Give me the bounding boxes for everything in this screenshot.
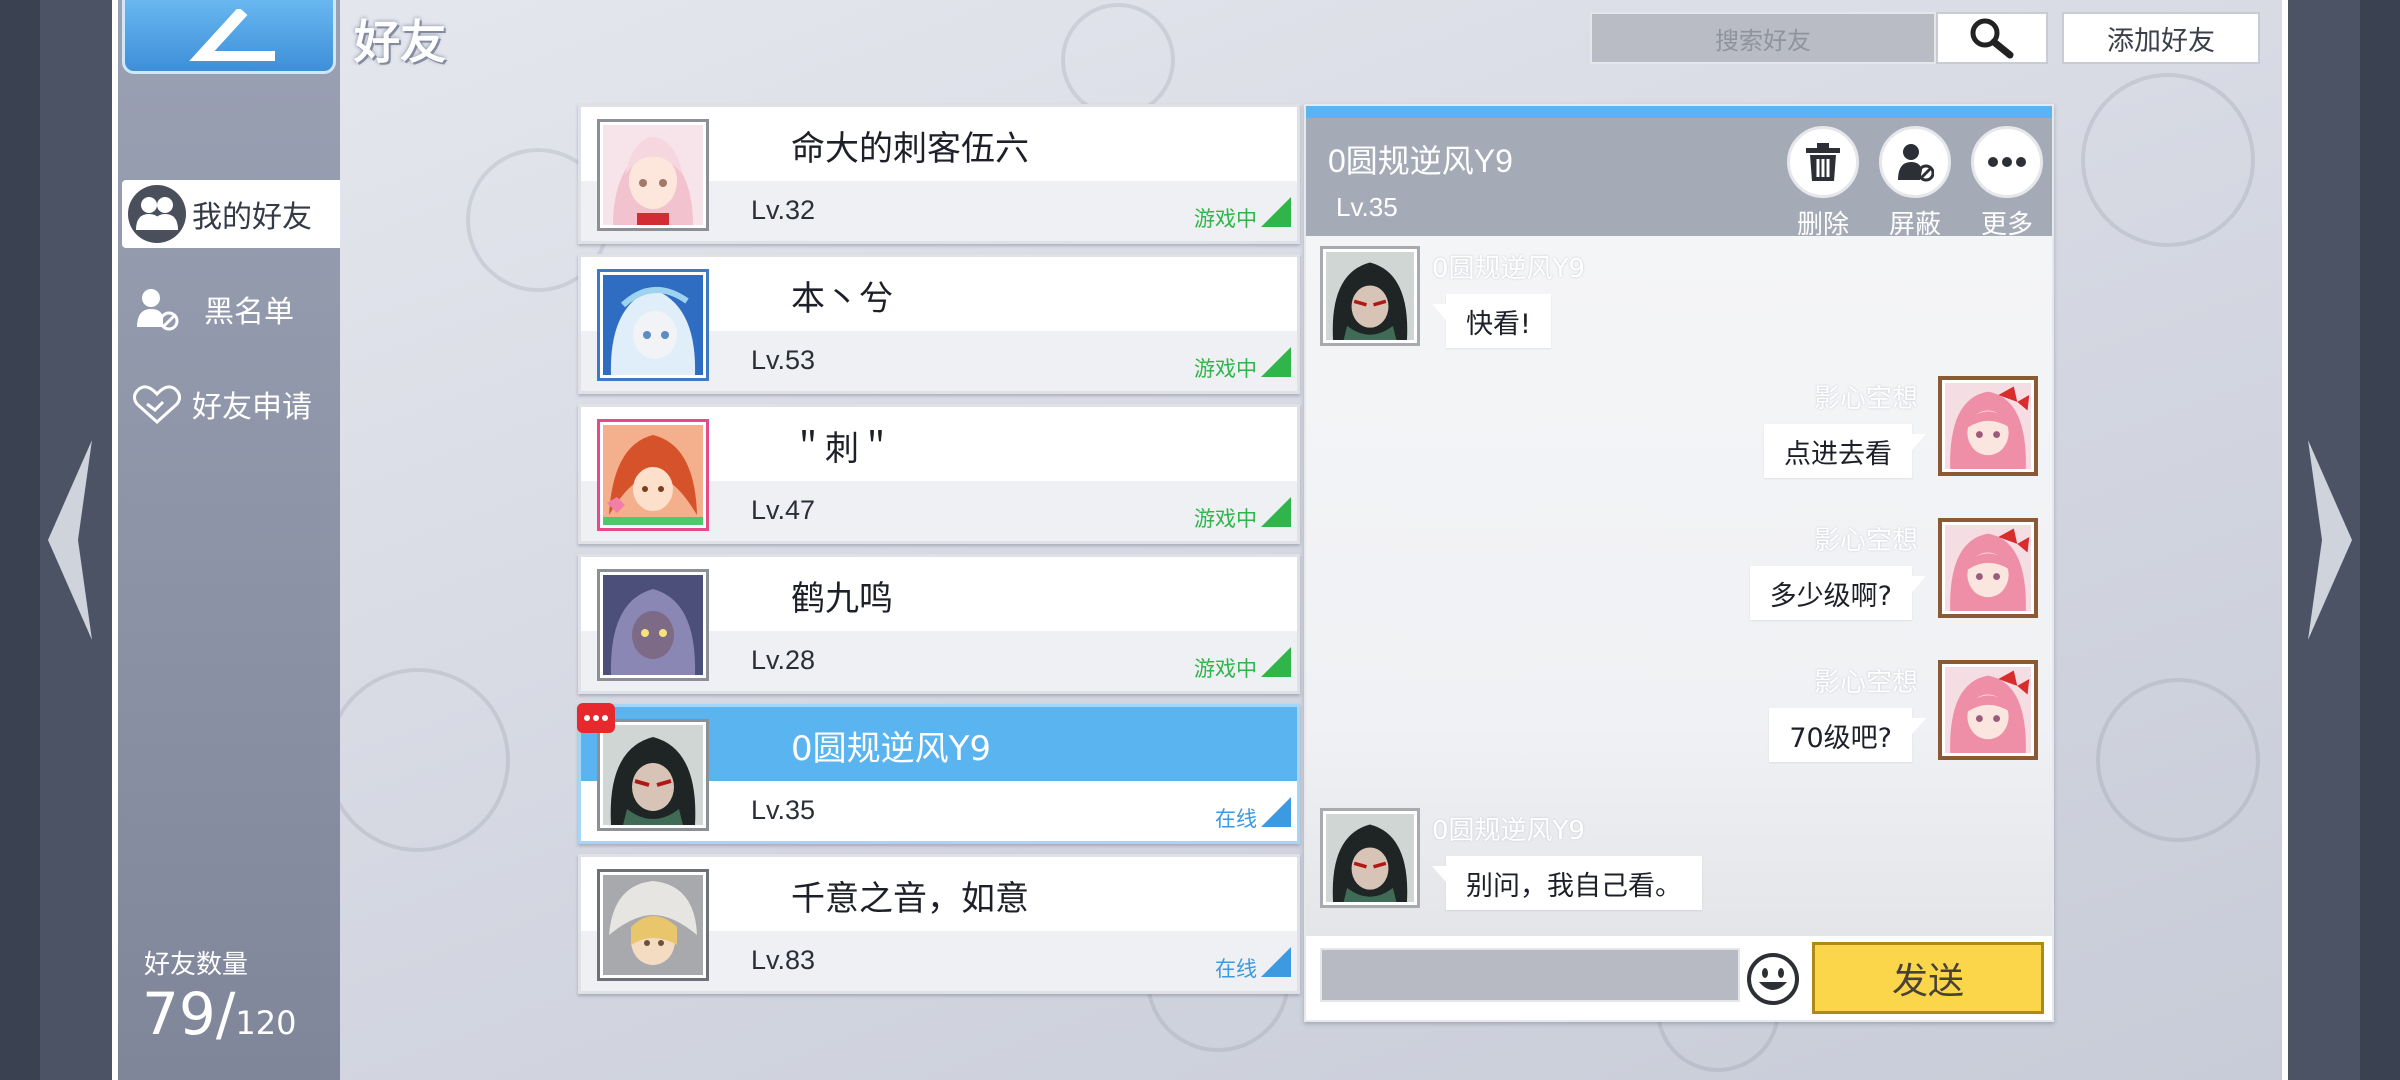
friend-status: 游戏中: [1194, 657, 1257, 681]
sidebar-item-my-friends[interactable]: 我的好友: [122, 180, 340, 248]
avatar: [597, 869, 709, 981]
more-button[interactable]: 更多: [1966, 126, 2048, 241]
more-icon: [1971, 126, 2043, 198]
search-input[interactable]: 搜索好友: [1590, 12, 1936, 64]
friend-count-separator: /: [215, 980, 236, 1048]
left-arrow-icon: [48, 440, 92, 640]
friend-level: Lv.53: [751, 345, 816, 375]
page-title: 好友: [354, 15, 446, 69]
message-sender: 0圆规逆风Y9: [1432, 816, 1585, 846]
friend-status: 游戏中: [1194, 357, 1257, 381]
chat-accent-bar: [1306, 106, 2052, 118]
friend-level: Lv.28: [751, 645, 816, 675]
block-button[interactable]: 屏蔽: [1874, 126, 1956, 241]
chat-friend-level: Lv.35: [1336, 192, 1398, 222]
message-sender: 影心空想: [1813, 668, 1918, 698]
avatar: [1320, 808, 1420, 908]
send-button[interactable]: 发送: [1812, 942, 2044, 1014]
friend-card[interactable]: 本丶兮 Lv.53 游戏中: [578, 254, 1300, 394]
friend-status: 在线: [1215, 807, 1257, 831]
blocked-user-icon: [128, 280, 186, 338]
friend-level: Lv.47: [751, 495, 816, 525]
friend-card[interactable]: 鹤九鸣 Lv.28 游戏中: [578, 554, 1300, 694]
left-side-rail: [0, 0, 118, 1080]
friend-name: 本丶兮: [791, 279, 893, 319]
avatar: [597, 419, 709, 531]
chat-input[interactable]: [1320, 948, 1740, 1002]
trash-icon: [1787, 126, 1859, 198]
sidebar-item-label: 黑名单: [204, 295, 294, 330]
chat-friend-name: 0圆规逆风Y9: [1328, 143, 1513, 179]
friend-status: 在线: [1215, 957, 1257, 981]
handshake-icon: [128, 375, 186, 433]
avatar: [1938, 518, 2038, 618]
friend-count: 79 / 120: [142, 980, 296, 1048]
avatar: [597, 719, 709, 831]
add-friend-button[interactable]: 添加好友: [2062, 12, 2260, 64]
avatar: [597, 119, 709, 231]
chat-panel: 0圆规逆风Y9 Lv.35 删除 屏蔽 更多 0圆规逆风Y9 快看! 影心空想 …: [1304, 104, 2054, 1022]
friend-card[interactable]: ＂刺＂ Lv.47 游戏中: [578, 404, 1300, 544]
sidebar-item-label: 我的好友: [192, 200, 312, 235]
rail-stripe: [0, 0, 40, 1080]
friends-icon: [128, 185, 186, 243]
sidebar: 我的好友 黑名单 好友申请 好友数量 79 / 120: [118, 0, 340, 1080]
friend-name: 鹤九鸣: [791, 579, 893, 619]
back-button[interactable]: [122, 0, 336, 74]
message-bubble: 别问，我自己看。: [1432, 856, 1702, 910]
window-frame: 我的好友 黑名单 好友申请 好友数量 79 / 120 好友 搜索好友 添加好友…: [112, 0, 2288, 1080]
friend-name: 千意之音，如意: [791, 879, 1029, 919]
friend-level: Lv.32: [751, 195, 816, 225]
search-button[interactable]: [1936, 12, 2048, 64]
signal-icon: [1261, 197, 1291, 227]
sidebar-item-friend-requests[interactable]: 好友申请: [122, 370, 312, 438]
block-user-icon: [1879, 126, 1951, 198]
friend-card[interactable]: 命大的刺客伍六 Lv.32 游戏中: [578, 104, 1300, 244]
message-bubble: 多少级啊?: [1749, 566, 1927, 620]
search-placeholder: 搜索好友: [1715, 26, 1811, 55]
signal-icon: [1261, 347, 1291, 377]
emoji-icon: [1747, 953, 1799, 1005]
friend-count-current: 79: [142, 980, 216, 1048]
message-sender: 影心空想: [1813, 526, 1918, 556]
friend-name: 0圆规逆风Y9: [791, 729, 992, 769]
avatar: [1938, 376, 2038, 476]
friend-name: ＂刺＂: [791, 429, 893, 469]
delete-button[interactable]: 删除: [1782, 126, 1864, 241]
signal-icon: [1261, 647, 1291, 677]
friend-card-selected[interactable]: 0圆规逆风Y9 Lv.35 在线: [577, 703, 1300, 844]
avatar: [597, 569, 709, 681]
message-bubble: 70级吧?: [1769, 708, 1926, 762]
new-message-badge: [577, 703, 615, 733]
right-side-rail: [2282, 0, 2400, 1080]
friend-card[interactable]: 千意之音，如意 Lv.83 在线: [578, 854, 1300, 994]
signal-icon: [1261, 497, 1291, 527]
friend-name: 命大的刺客伍六: [791, 129, 1029, 169]
message-sender: 0圆规逆风Y9: [1432, 254, 1585, 284]
message-bubble: 快看!: [1432, 294, 1551, 348]
signal-icon: [1261, 797, 1291, 827]
friend-count-label: 好友数量: [144, 950, 249, 980]
rail-stripe: [2360, 0, 2400, 1080]
friend-status: 游戏中: [1194, 507, 1257, 531]
back-arrow-icon: [189, 9, 275, 61]
message-bubble: 点进去看: [1764, 424, 1926, 478]
chat-header: 0圆规逆风Y9 Lv.35 删除 屏蔽 更多: [1306, 118, 2052, 240]
right-arrow-icon: [2308, 440, 2352, 640]
chat-messages: 0圆规逆风Y9 快看! 影心空想 点进去看 影心空想 多少级啊? 影心空想 70…: [1306, 236, 2052, 936]
friend-level: Lv.35: [751, 795, 816, 825]
friend-status: 游戏中: [1194, 207, 1257, 231]
message-sender: 影心空想: [1813, 384, 1918, 414]
friends-screen: 我的好友 黑名单 好友申请 好友数量 79 / 120 好友 搜索好友 添加好友…: [118, 0, 2282, 1080]
avatar: [597, 269, 709, 381]
avatar: [1938, 660, 2038, 760]
emoji-button[interactable]: [1746, 952, 1800, 1006]
signal-icon: [1261, 947, 1291, 977]
avatar: [1320, 246, 1420, 346]
search-icon: [1970, 18, 2014, 59]
sidebar-item-label: 好友申请: [192, 390, 312, 425]
sidebar-item-blacklist[interactable]: 黑名单: [122, 275, 294, 343]
friend-level: Lv.83: [751, 945, 816, 975]
friend-count-max: 120: [235, 1004, 297, 1042]
